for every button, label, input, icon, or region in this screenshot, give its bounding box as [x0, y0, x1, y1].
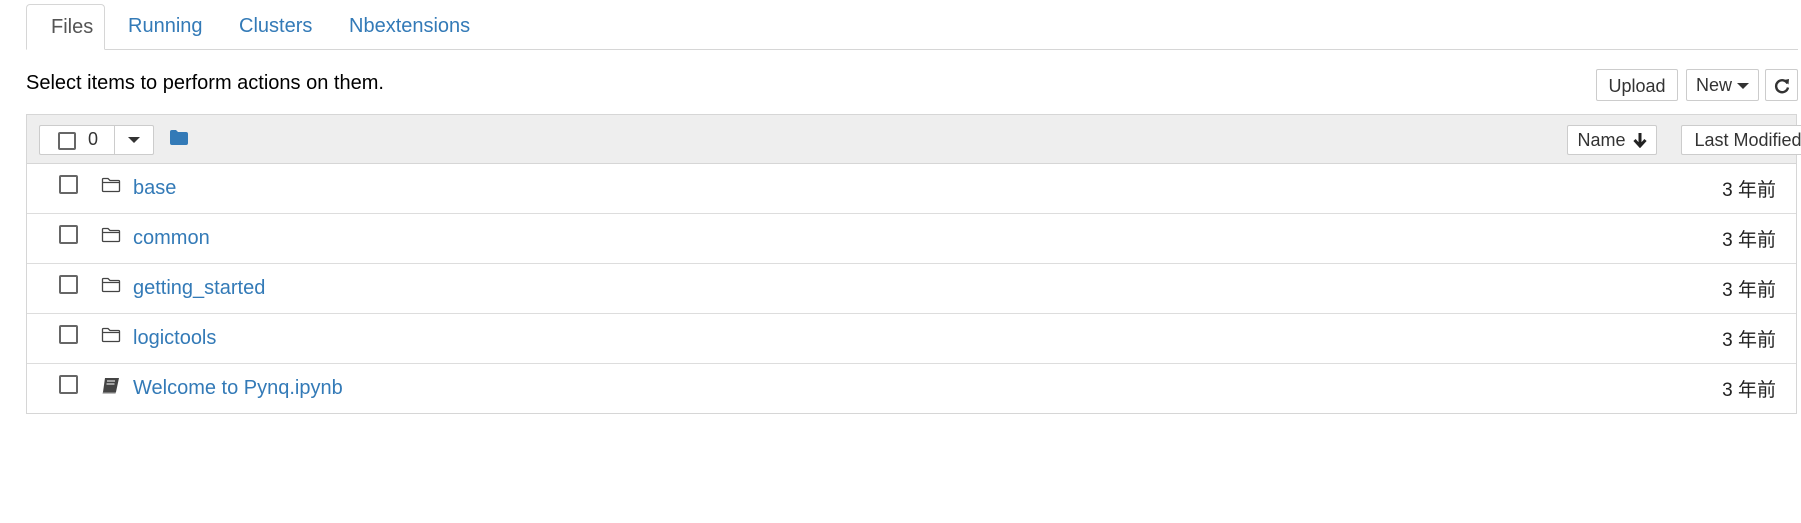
- file-list-panel: 0 Name Last Modified base 3 年前 common 3 …: [26, 114, 1801, 414]
- folder-open-outline-icon: [101, 227, 121, 248]
- file-list-header: 0 Name Last Modified: [27, 115, 1801, 164]
- tab-clusters[interactable]: Clusters: [215, 4, 336, 49]
- modified-time: 3 年前: [1722, 330, 1776, 351]
- upload-button-label: Upload: [1608, 76, 1666, 96]
- file-link[interactable]: getting_started: [133, 277, 265, 300]
- file-link[interactable]: Welcome to Pynq.ipynb: [133, 377, 343, 400]
- row-checkbox[interactable]: [59, 275, 78, 294]
- file-link[interactable]: logictools: [133, 327, 216, 350]
- refresh-button[interactable]: [1765, 69, 1798, 101]
- select-all-checkbox[interactable]: [58, 132, 76, 150]
- arrow-down-icon: [1632, 133, 1647, 149]
- tab-nbextensions[interactable]: Nbextensions: [325, 4, 494, 49]
- file-link[interactable]: base: [133, 177, 176, 200]
- sort-by-name-button[interactable]: Name: [1567, 125, 1657, 155]
- caret-down-icon: [128, 136, 140, 143]
- row-checkbox[interactable]: [59, 225, 78, 244]
- file-link[interactable]: common: [133, 227, 210, 250]
- row-checkbox[interactable]: [59, 175, 78, 194]
- list-item[interactable]: common 3 年前: [27, 214, 1796, 264]
- refresh-icon: [1774, 79, 1789, 94]
- sort-name-label: Name: [1577, 130, 1626, 150]
- modified-time: 3 年前: [1722, 180, 1776, 201]
- new-dropdown-button[interactable]: New: [1686, 69, 1759, 101]
- upload-button[interactable]: Upload: [1596, 69, 1678, 101]
- select-all-button[interactable]: 0: [39, 125, 115, 155]
- modified-time: 3 年前: [1722, 280, 1776, 301]
- list-item[interactable]: getting_started 3 年前: [27, 264, 1796, 314]
- modified-time: 3 年前: [1722, 230, 1776, 251]
- folder-open-outline-icon: [101, 277, 121, 298]
- selection-hint: Select items to perform actions on them.: [26, 72, 384, 94]
- folder-open-outline-icon: [101, 177, 121, 198]
- tab-bar: Files Running Clusters Nbextensions: [26, 4, 1798, 50]
- tab-running[interactable]: Running: [104, 4, 227, 49]
- selected-count: 0: [88, 129, 99, 149]
- row-checkbox[interactable]: [59, 375, 78, 394]
- tab-files[interactable]: Files: [26, 4, 105, 50]
- list-item[interactable]: logictools 3 年前: [27, 314, 1796, 364]
- list-item[interactable]: Welcome to Pynq.ipynb 3 年前: [27, 364, 1796, 414]
- row-checkbox[interactable]: [59, 325, 78, 344]
- folder-icon[interactable]: [169, 129, 189, 151]
- sort-modified-label: Last Modified: [1694, 130, 1801, 150]
- folder-open-outline-icon: [101, 327, 121, 348]
- modified-time: 3 年前: [1722, 380, 1776, 401]
- new-button-label: New: [1695, 75, 1732, 95]
- list-item[interactable]: base 3 年前: [27, 164, 1796, 214]
- book-icon: [101, 377, 121, 399]
- select-menu-button[interactable]: [114, 125, 154, 155]
- caret-down-icon: [1737, 83, 1749, 90]
- sort-by-modified-button[interactable]: Last Modified: [1681, 125, 1801, 155]
